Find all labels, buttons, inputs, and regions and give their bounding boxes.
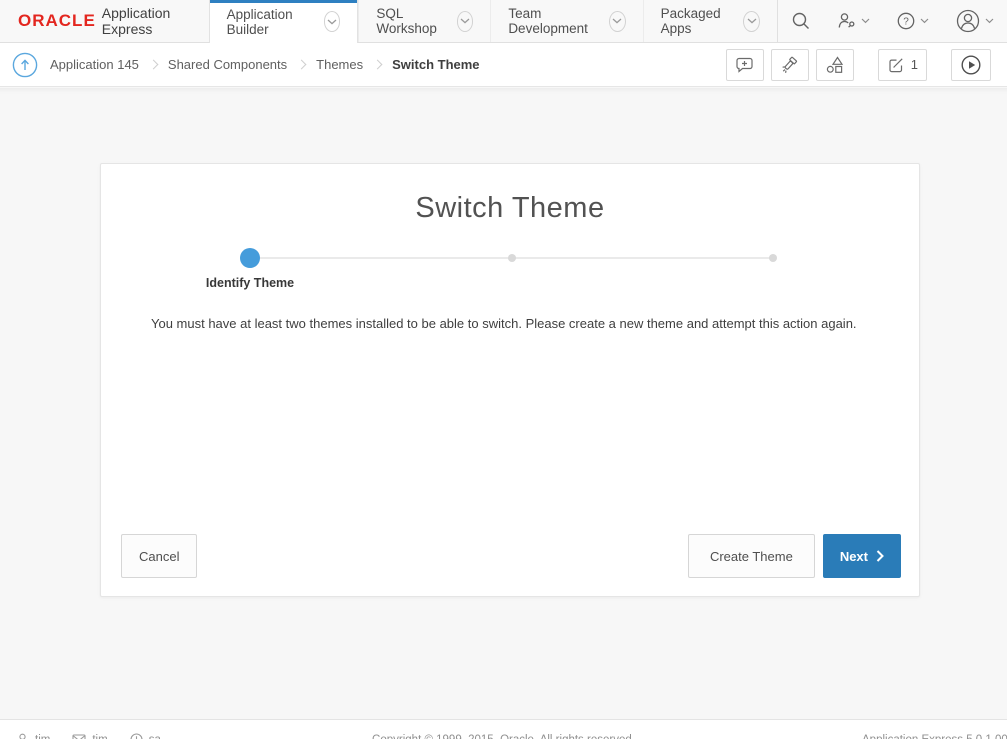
- footer-session-text: sa: [149, 734, 161, 739]
- tab-sql-workshop[interactable]: SQL Workshop: [358, 0, 490, 42]
- footer-session-info: tim tim sa: [0, 733, 161, 739]
- progress-step-1-active: [240, 248, 260, 268]
- edit-page-button[interactable]: 1: [878, 49, 927, 81]
- shared-components-icon: [825, 55, 845, 75]
- breadcrumb-actions: 1: [726, 49, 997, 81]
- tab-packaged-apps[interactable]: Packaged Apps: [643, 0, 777, 42]
- breadcrumb-shared-components[interactable]: Shared Components: [168, 57, 287, 72]
- help-menu[interactable]: ?: [883, 0, 942, 42]
- chevron-down-icon: [861, 18, 870, 24]
- tab-label: Team Development: [508, 6, 599, 36]
- progress-step-3: [769, 254, 777, 262]
- up-level-button[interactable]: [12, 52, 38, 78]
- next-button[interactable]: Next: [823, 534, 901, 578]
- mail-icon: [72, 734, 86, 739]
- wizard-progress: Identify Theme: [101, 248, 919, 308]
- breadcrumb-separator: [373, 60, 383, 70]
- edit-page-number: 1: [911, 57, 918, 72]
- tab-label: Packaged Apps: [661, 6, 734, 36]
- create-theme-button[interactable]: Create Theme: [688, 534, 815, 578]
- breadcrumb-separator: [297, 60, 307, 70]
- run-application-button[interactable]: [951, 49, 991, 81]
- chevron-down-icon[interactable]: [743, 11, 760, 32]
- user-account-menu[interactable]: [942, 0, 1007, 42]
- footer-workspace-name: tim: [92, 734, 107, 739]
- breadcrumb-application[interactable]: Application 145: [50, 57, 139, 72]
- footer-user: tim: [16, 733, 50, 739]
- footer-version: Application Express 5.0.1.00.0: [862, 734, 1007, 739]
- search-icon: [791, 11, 811, 31]
- oracle-logo: ORACLE: [18, 11, 96, 31]
- administration-menu[interactable]: [824, 0, 883, 42]
- chevron-down-icon[interactable]: [324, 11, 341, 32]
- spotlight-icon: [780, 55, 800, 75]
- add-comment-button[interactable]: [726, 49, 764, 81]
- current-step-label: Identify Theme: [206, 276, 294, 290]
- up-arrow-icon: [12, 52, 38, 78]
- help-icon: ?: [896, 11, 916, 31]
- product-name: Application Express: [102, 5, 183, 37]
- footer: tim tim sa Copyright © 1999, 2015, Oracl…: [0, 719, 1007, 739]
- breadcrumb-bar: Application 145 Shared Components Themes…: [0, 43, 1007, 87]
- search-button[interactable]: [778, 0, 824, 42]
- svg-text:?: ?: [903, 17, 909, 28]
- chevron-down-icon: [985, 18, 994, 24]
- tab-label: SQL Workshop: [376, 6, 446, 36]
- spotlight-search-button[interactable]: [771, 49, 809, 81]
- footer-copyright: Copyright © 1999, 2015, Oracle. All righ…: [372, 734, 635, 739]
- comment-add-icon: [735, 56, 755, 74]
- wizard-buttons: Cancel Create Theme Next: [121, 534, 901, 578]
- breadcrumb-themes[interactable]: Themes: [316, 57, 363, 72]
- page-title: Switch Theme: [101, 192, 919, 225]
- footer-session: sa: [130, 733, 161, 739]
- person-icon: [16, 733, 29, 739]
- clock-icon: [130, 733, 143, 739]
- progress-step-2: [508, 254, 516, 262]
- chevron-down-icon[interactable]: [609, 11, 626, 32]
- switch-theme-wizard-card: Switch Theme Identify Theme You must hav…: [100, 163, 920, 597]
- footer-workspace: tim: [72, 734, 107, 739]
- next-chevron-icon: [876, 550, 884, 562]
- chevron-down-icon[interactable]: [457, 11, 474, 32]
- tab-application-builder[interactable]: Application Builder: [209, 0, 359, 43]
- run-app-icon: [960, 54, 982, 76]
- shared-components-button[interactable]: [816, 49, 854, 81]
- top-navigation-bar: ORACLE Application Express Application B…: [0, 0, 1007, 43]
- edit-page-icon: [887, 56, 905, 74]
- next-button-label: Next: [840, 549, 868, 564]
- tab-team-development[interactable]: Team Development: [490, 0, 642, 42]
- page-background: Switch Theme Identify Theme You must hav…: [0, 88, 1007, 719]
- tab-label: Application Builder: [227, 7, 314, 37]
- wizard-message: You must have at least two themes instal…: [101, 316, 919, 331]
- breadcrumb-separator: [148, 60, 158, 70]
- top-utility-icons: ?: [777, 0, 1007, 42]
- cancel-button[interactable]: Cancel: [121, 534, 197, 578]
- breadcrumb-switch-theme: Switch Theme: [392, 57, 479, 72]
- logo: ORACLE Application Express: [0, 0, 209, 42]
- chevron-down-icon: [920, 18, 929, 24]
- user-icon: [955, 8, 981, 34]
- admin-wrench-icon: [837, 11, 857, 31]
- footer-user-name: tim: [35, 734, 50, 739]
